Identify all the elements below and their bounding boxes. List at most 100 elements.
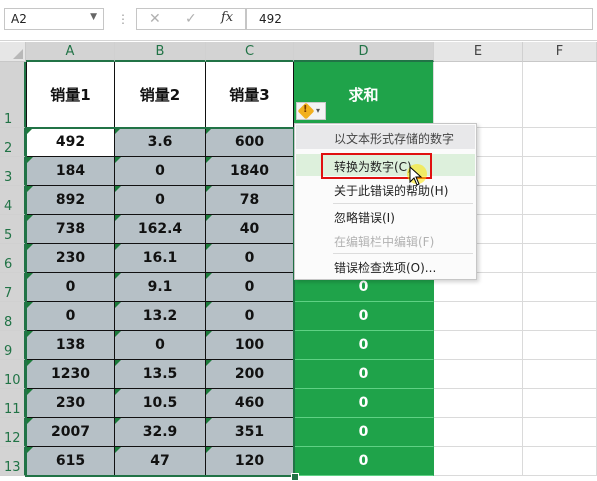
cell-f1[interactable] [523, 62, 597, 128]
data-cell[interactable]: 615 [26, 447, 115, 476]
data-cell[interactable]: 138 [26, 331, 115, 360]
empty-cell[interactable] [523, 244, 597, 273]
data-cell[interactable]: 0 [206, 273, 294, 302]
row-header-5[interactable]: 5 [0, 215, 26, 244]
row-number: 9 [4, 344, 13, 359]
header-cell-b[interactable]: 销量2 [115, 62, 206, 128]
row-header-13[interactable]: 13 [0, 447, 26, 476]
empty-cell[interactable] [523, 157, 597, 186]
data-cell[interactable]: 0 [26, 302, 115, 331]
sum-cell[interactable]: 0 [294, 360, 434, 389]
menu-item-error-help[interactable]: 关于此错误的帮助(H) [296, 178, 475, 200]
empty-cell[interactable] [523, 273, 597, 302]
empty-cell[interactable] [434, 447, 523, 476]
formula-input[interactable]: 492 [246, 8, 593, 30]
data-cell[interactable]: 2007 [26, 418, 115, 447]
error-smart-tag-button[interactable]: ! ▾ [296, 102, 326, 120]
data-cell[interactable]: 32.9 [115, 418, 206, 447]
empty-cell[interactable] [434, 331, 523, 360]
empty-cell[interactable] [523, 186, 597, 215]
sum-cell[interactable]: 0 [294, 418, 434, 447]
empty-cell[interactable] [434, 360, 523, 389]
column-header-d[interactable]: D [294, 42, 434, 62]
data-cell[interactable]: 492 [26, 128, 115, 157]
insert-function-icon[interactable]: fx [221, 10, 233, 25]
empty-cell[interactable] [434, 418, 523, 447]
row-header-8[interactable]: 8 [0, 302, 26, 331]
column-header-c[interactable]: C [206, 42, 294, 62]
column-header-a[interactable]: A [26, 42, 115, 62]
data-cell[interactable]: 40 [206, 215, 294, 244]
enter-icon[interactable]: ✓ [185, 11, 197, 27]
menu-item-error-checking-options[interactable]: 错误检查选项(O)... [296, 255, 475, 277]
formula-buttons: ✕ ✓ fx [136, 8, 246, 30]
select-all-button[interactable] [0, 42, 26, 62]
data-cell[interactable]: 0 [206, 244, 294, 273]
row-header-3[interactable]: 3 [0, 157, 26, 186]
row-header-4[interactable]: 4 [0, 186, 26, 215]
column-header-e[interactable]: E [434, 42, 523, 62]
row-header-10[interactable]: 10 [0, 360, 26, 389]
row-header-12[interactable]: 12 [0, 418, 26, 447]
data-cell[interactable]: 78 [206, 186, 294, 215]
data-cell[interactable]: 1840 [206, 157, 294, 186]
empty-cell[interactable] [523, 418, 597, 447]
data-cell[interactable]: 460 [206, 389, 294, 418]
chevron-down-icon[interactable]: ▼ [90, 12, 97, 22]
data-cell[interactable]: 0 [26, 273, 115, 302]
data-cell[interactable]: 162.4 [115, 215, 206, 244]
sum-cell[interactable]: 0 [294, 302, 434, 331]
data-cell[interactable]: 892 [26, 186, 115, 215]
empty-cell[interactable] [523, 447, 597, 476]
data-cell[interactable]: 0 [115, 186, 206, 215]
data-cell[interactable]: 100 [206, 331, 294, 360]
empty-cell[interactable] [523, 215, 597, 244]
data-cell[interactable]: 230 [26, 389, 115, 418]
data-cell[interactable]: 0 [115, 331, 206, 360]
data-cell[interactable]: 738 [26, 215, 115, 244]
empty-cell[interactable] [434, 302, 523, 331]
row-number: 7 [4, 286, 13, 301]
cancel-icon[interactable]: ✕ [149, 11, 161, 27]
empty-cell[interactable] [523, 331, 597, 360]
data-cell[interactable]: 10.5 [115, 389, 206, 418]
empty-cell[interactable] [523, 128, 597, 157]
row-header-2[interactable]: 2 [0, 128, 26, 157]
data-cell[interactable]: 0 [206, 302, 294, 331]
data-cell[interactable]: 351 [206, 418, 294, 447]
sum-cell[interactable]: 0 [294, 331, 434, 360]
drag-handle-icon[interactable]: ⋮ [117, 12, 129, 26]
empty-cell[interactable] [523, 302, 597, 331]
header-cell-a[interactable]: 销量1 [26, 62, 115, 128]
data-cell[interactable]: 47 [115, 447, 206, 476]
row-header-1[interactable]: 1 [0, 62, 26, 128]
empty-cell[interactable] [434, 389, 523, 418]
data-cell[interactable]: 3.6 [115, 128, 206, 157]
data-cell[interactable]: 184 [26, 157, 115, 186]
row-header-11[interactable]: 11 [0, 389, 26, 418]
data-cell[interactable]: 200 [206, 360, 294, 389]
column-header-f[interactable]: F [523, 42, 597, 62]
data-cell[interactable]: 13.5 [115, 360, 206, 389]
data-cell[interactable]: 600 [206, 128, 294, 157]
data-cell[interactable]: 230 [26, 244, 115, 273]
sum-cell[interactable]: 0 [294, 447, 434, 476]
empty-cell[interactable] [523, 389, 597, 418]
data-cell[interactable]: 120 [206, 447, 294, 476]
cell-e1[interactable] [434, 62, 523, 128]
header-cell-c[interactable]: 销量3 [206, 62, 294, 128]
sum-cell[interactable]: 0 [294, 389, 434, 418]
menu-item-ignore-error[interactable]: 忽略错误(I) [296, 205, 475, 227]
column-header-b[interactable]: B [115, 42, 206, 62]
data-cell[interactable]: 1230 [26, 360, 115, 389]
fill-handle[interactable] [291, 473, 299, 481]
data-cell[interactable]: 13.2 [115, 302, 206, 331]
name-box[interactable]: A2 ▼ [4, 8, 104, 30]
data-cell[interactable]: 0 [115, 157, 206, 186]
row-header-9[interactable]: 9 [0, 331, 26, 360]
row-header-6[interactable]: 6 [0, 244, 26, 273]
row-header-7[interactable]: 7 [0, 273, 26, 302]
empty-cell[interactable] [523, 360, 597, 389]
data-cell[interactable]: 9.1 [115, 273, 206, 302]
data-cell[interactable]: 16.1 [115, 244, 206, 273]
